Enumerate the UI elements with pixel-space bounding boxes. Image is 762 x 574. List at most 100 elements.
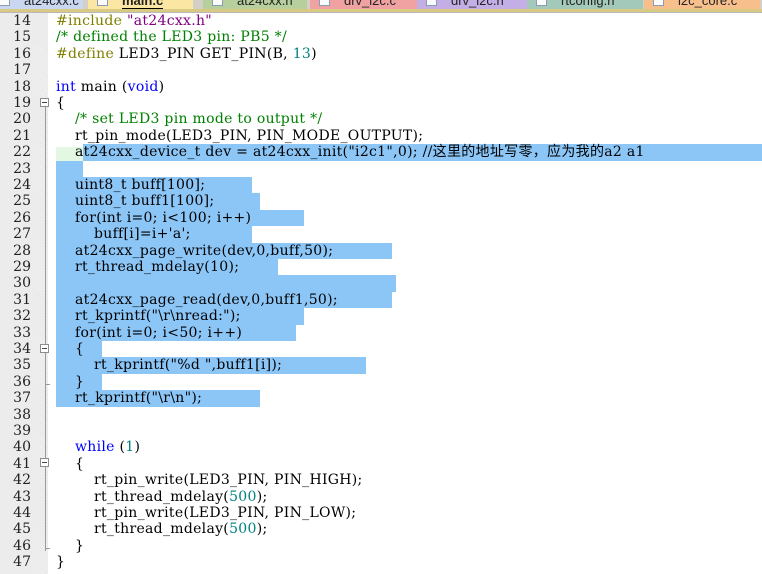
line-number: 44 (13, 505, 31, 521)
code-text: int main (void) (56, 78, 165, 95)
line-number: 22 (13, 144, 31, 161)
line-number: 28 (13, 242, 31, 259)
code-line[interactable]: 14 #include "at24cxx.h" (0, 13, 762, 29)
code-text: buff[i]=i+'a'; (56, 226, 191, 243)
code-text: rt_thread_mdelay(500); (56, 521, 268, 538)
code-line[interactable]: 31 at24cxx_page_read(dev,0,buff1,50); (0, 292, 762, 308)
code-line[interactable]: 39 (0, 423, 762, 439)
code-text: rt_kprintf("\r\n"); (56, 390, 203, 407)
code-line[interactable]: 41 { (0, 456, 762, 472)
code-line[interactable]: 26 for(int i=0; i<100; i++) (0, 210, 762, 226)
code-line[interactable]: 20 /* set LED3 pin mode to output */ (0, 111, 762, 127)
line-number: 15 (13, 29, 31, 46)
code-line[interactable]: 18 int main (void) (0, 79, 762, 95)
file-icon (212, 0, 223, 6)
code-text: uint8_t buff[100]; (56, 177, 206, 193)
line-number: 39 (13, 423, 31, 439)
tab-label: drv_i2c.h (451, 0, 504, 8)
code-text: { (56, 95, 66, 111)
code-line[interactable]: 34 { (0, 341, 762, 357)
code-line[interactable]: 32 rt_kprintf("\r\nread:"); (0, 308, 762, 324)
code-line[interactable]: 25 uint8_t buff1[100]; (0, 193, 762, 209)
tab-drv-i2c-h[interactable]: drv_i2c.h (417, 0, 527, 9)
line-number: 25 (13, 193, 31, 210)
code-text: rt_pin_write(LED3_PIN, PIN_HIGH); (56, 472, 363, 489)
line-number: 23 (13, 160, 31, 177)
line-number: 29 (13, 259, 31, 275)
code-line[interactable]: 37 rt_kprintf("\r\n"); (0, 390, 762, 406)
tab-i2c-core-c[interactable]: i2c_core.c (644, 0, 760, 9)
code-line[interactable]: 23 (0, 161, 762, 177)
line-number: 24 (13, 177, 31, 193)
line-number: 36 (13, 373, 31, 390)
code-line[interactable]: 45 rt_thread_mdelay(500); (0, 521, 762, 537)
tab-label: at24cxx.h (237, 0, 293, 8)
tab-label: at24cxx.c (24, 0, 79, 8)
line-number: 14 (13, 13, 31, 29)
line-number: 41 (13, 455, 31, 472)
code-line[interactable]: 19 { (0, 95, 762, 111)
code-line[interactable]: 33 for(int i=0; i<50; i++) (0, 325, 762, 341)
code-line[interactable]: 21 rt_pin_mode(LED3_PIN, PIN_MODE_OUTPUT… (0, 128, 762, 144)
line-number: 33 (13, 324, 31, 341)
line-number: 31 (13, 291, 31, 308)
line-number: 43 (13, 488, 31, 505)
code-text: uint8_t buff1[100]; (56, 193, 215, 210)
tab-rtconfig-h[interactable]: rtconfig.h (527, 0, 643, 9)
code-line[interactable]: 27 buff[i]=i+'a'; (0, 226, 762, 242)
line-number: 35 (13, 357, 31, 374)
line-number: 42 (13, 472, 31, 489)
tab-at24cxx-c[interactable]: at24cxx.c (0, 0, 83, 9)
line-number: 34 (13, 341, 31, 357)
code-line[interactable]: 44 rt_pin_write(LED3_PIN, PIN_LOW); (0, 505, 762, 521)
code-line[interactable]: 17 (0, 62, 762, 78)
code-text: for(int i=0; i<50; i++) (56, 324, 243, 341)
file-icon (0, 0, 10, 6)
line-number: 18 (13, 78, 31, 95)
code-line[interactable]: 38 (0, 407, 762, 423)
tab-main-c[interactable]: main.c (88, 0, 193, 9)
code-line[interactable]: 42 rt_pin_write(LED3_PIN, PIN_HIGH); (0, 472, 762, 488)
line-number: 27 (13, 226, 31, 243)
code-line[interactable]: 46 } (0, 538, 762, 554)
line-number: 16 (13, 45, 31, 62)
tab-label: main.c (122, 0, 164, 9)
code-text: /* set LED3 pin mode to output */ (75, 111, 323, 128)
code-text: rt_pin_write(LED3_PIN, PIN_LOW); (56, 505, 357, 521)
code-line[interactable]: 36 } (0, 374, 762, 390)
code-line[interactable]: 24 uint8_t buff[100]; (0, 177, 762, 193)
line-number: 17 (13, 62, 31, 79)
line-number: 32 (13, 308, 31, 325)
code-line[interactable]: 40 while (1) (0, 439, 762, 455)
code-text: rt_thread_mdelay(500); (56, 488, 268, 505)
code-line[interactable]: 22 at24cxx_device_t dev = at24cxx_init("… (0, 144, 762, 160)
code-line[interactable]: 28 at24cxx_page_write(dev,0,buff,50); (0, 243, 762, 259)
code-line[interactable]: 30 (0, 275, 762, 291)
code-line[interactable]: 43 rt_thread_mdelay(500); (0, 489, 762, 505)
code-text: at24cxx_page_read(dev,0,buff1,50); (56, 291, 338, 308)
code-text: rt_thread_mdelay(10); (56, 259, 240, 275)
line-number: 30 (13, 275, 31, 292)
code-text: } (56, 537, 85, 554)
code-line[interactable]: 16 #define LED3_PIN GET_PIN(B, 13) (0, 46, 762, 62)
file-icon (97, 0, 108, 6)
file-icon (653, 0, 664, 6)
code-line[interactable]: 29 rt_thread_mdelay(10); (0, 259, 762, 275)
tab-label: i2c_core.c (678, 0, 738, 8)
code-text: for(int i=0; i<100; i++) (56, 209, 252, 226)
code-text: { (56, 341, 85, 357)
tab-at24cxx-h[interactable]: at24cxx.h (203, 0, 307, 9)
code-line[interactable]: 47} (0, 554, 762, 570)
line-number: 47 (13, 554, 31, 571)
code-text: rt_pin_mode(LED3_PIN, PIN_MODE_OUTPUT); (56, 127, 424, 144)
code-line[interactable]: 15 /* defined the LED3 pin: PB5 */ (0, 29, 762, 45)
tab-drv-i2c-c[interactable]: drv_i2c.c (310, 0, 417, 9)
code-text: rt_kprintf("\r\nread:"); (56, 308, 241, 325)
line-number: 45 (13, 521, 31, 538)
line-number: 40 (13, 439, 31, 456)
file-icon (319, 0, 330, 6)
code-text: #include "at24cxx.h" (56, 13, 213, 29)
editor-tab-bar: at24cxx.c main.c at24cxx.h drv_i2c.c drv… (0, 0, 762, 9)
code-text: at24cxx_page_write(dev,0,buff,50); (56, 242, 334, 259)
code-line[interactable]: 35 rt_kprintf("%d ",buff1[i]); (0, 357, 762, 373)
